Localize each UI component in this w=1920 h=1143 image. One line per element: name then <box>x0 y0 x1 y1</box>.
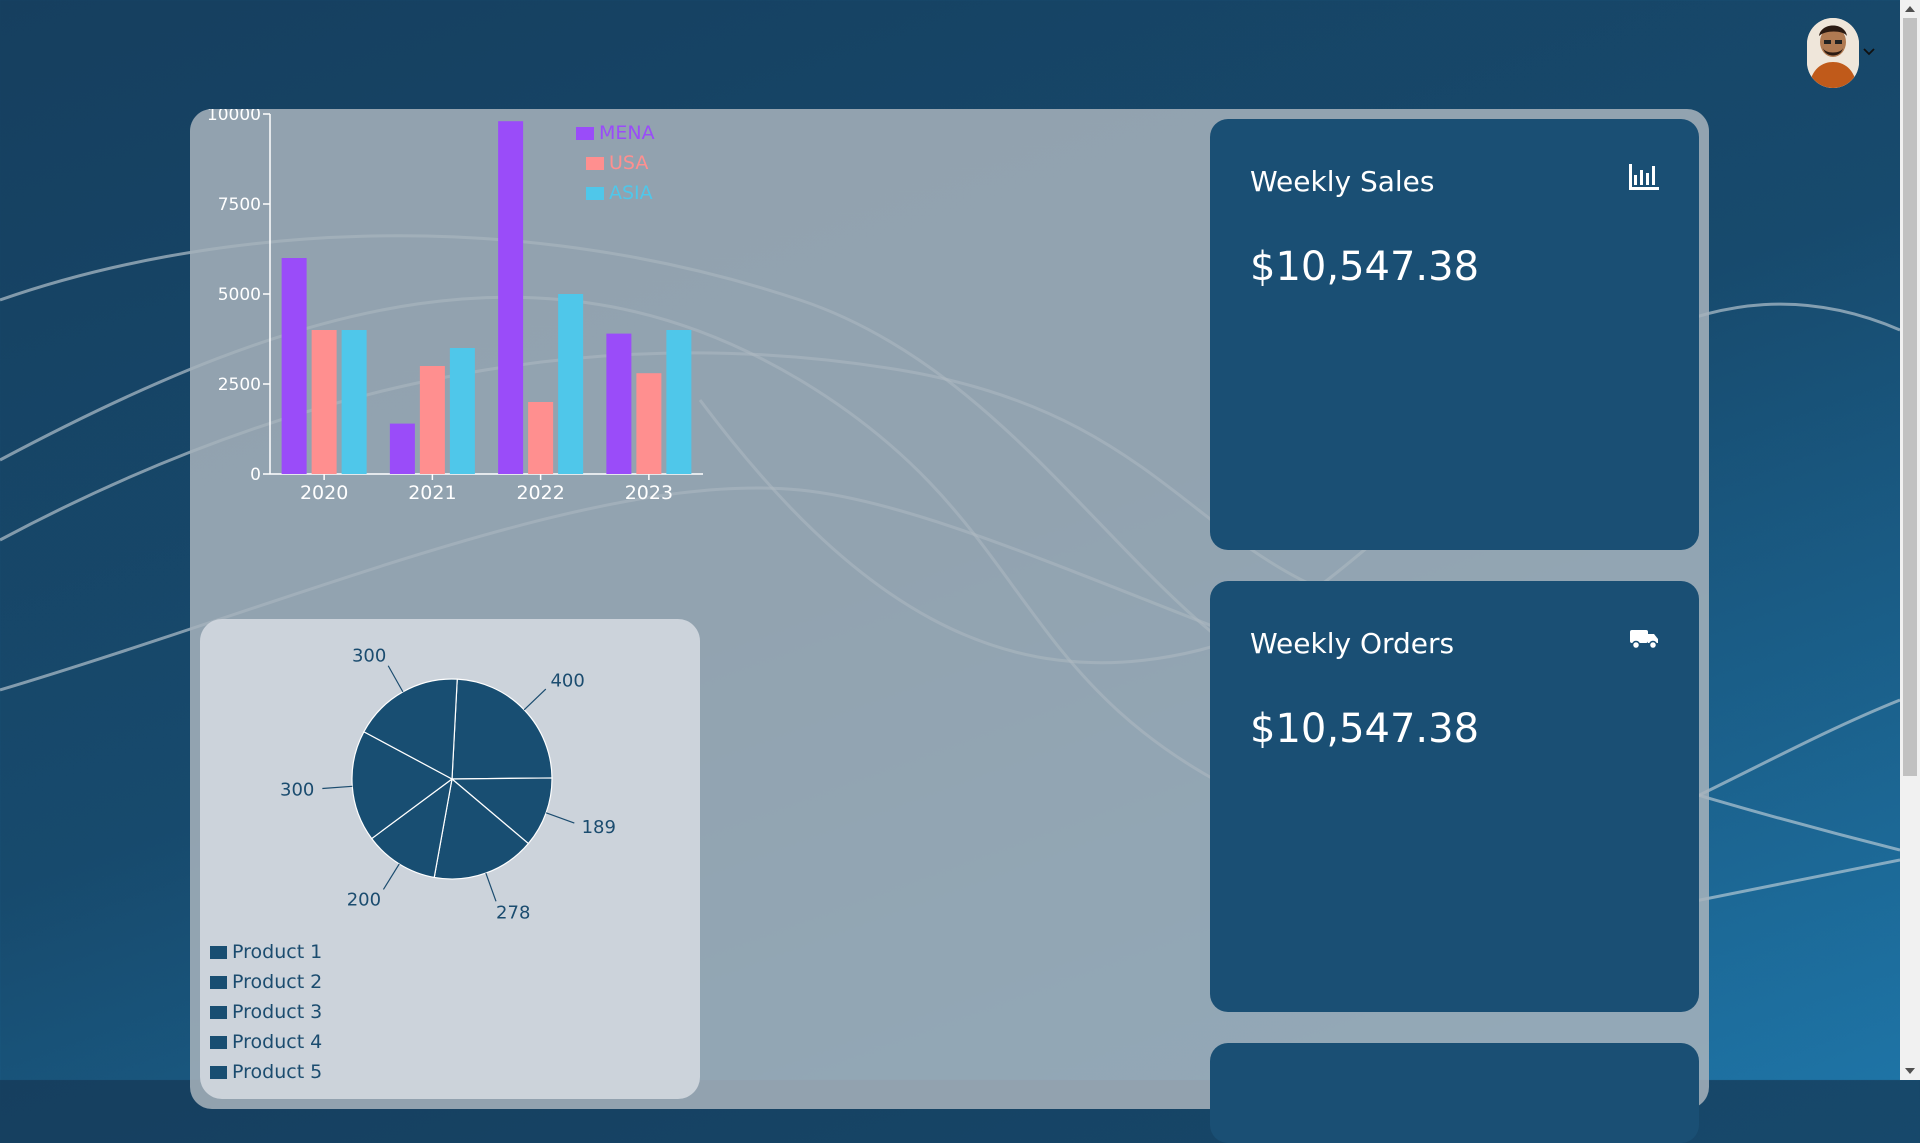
pie-label-leader <box>523 688 547 711</box>
pie-data-label: 200 <box>347 890 381 911</box>
bar-mena-2023 <box>606 333 632 474</box>
legend-label-asia: ASIA <box>609 182 653 204</box>
bar-usa-2022 <box>528 402 554 474</box>
card-title: Weekly Sales <box>1250 165 1435 198</box>
pie-label-leader <box>545 812 575 824</box>
pie-legend-label: Product 1 <box>232 941 323 963</box>
bar-asia-2023 <box>666 330 692 474</box>
x-tick-label: 2022 <box>516 482 564 504</box>
pie-data-label: 189 <box>582 817 616 838</box>
legend-swatch <box>210 1005 227 1019</box>
product-pie-chart: 400 189 278 200 300 300 <box>280 645 616 919</box>
legend-swatch <box>210 1065 227 1079</box>
y-tick-label: 5000 <box>218 285 261 305</box>
bar-asia-2020 <box>341 330 367 474</box>
pie-legend-label: Product 4 <box>232 1031 323 1053</box>
legend-label-usa: USA <box>609 152 648 174</box>
user-avatar[interactable] <box>1807 18 1859 88</box>
card-value: $10,547.38 <box>1250 244 1480 290</box>
scroll-down-icon[interactable] <box>1905 1068 1915 1074</box>
legend-swatch <box>210 1035 227 1049</box>
pie-legend-label: Product 2 <box>232 971 323 993</box>
bar-usa-2023 <box>636 373 662 474</box>
pie-data-label: 278 <box>496 903 530 919</box>
legend-swatch <box>586 157 604 170</box>
weekly-sales-card[interactable]: Weekly Sales $10,547.38 <box>1210 119 1699 550</box>
pie-legend-item[interactable]: Product 1 <box>210 937 322 967</box>
bar-chart-icon <box>1629 164 1659 190</box>
pie-legend-item[interactable]: Product 4 <box>210 1027 322 1057</box>
x-tick-label: 2020 <box>300 482 348 504</box>
third-stat-card[interactable] <box>1210 1043 1699 1143</box>
card-title: Weekly Orders <box>1250 627 1455 660</box>
pie-legend-item[interactable]: Product 3 <box>210 997 322 1027</box>
product-pie-card: 400 189 278 200 300 300 Product 1 Product 2 P… <box>200 619 700 1099</box>
pie-label-leader <box>387 665 404 693</box>
user-avatar-icon <box>1807 18 1859 88</box>
card-value: $10,547.38 <box>1250 706 1480 752</box>
bar-mena-2022 <box>498 121 524 474</box>
pie-label-leader <box>322 785 353 790</box>
pie-legend: Product 1 Product 2 Product 3 Product 4 … <box>210 937 322 1087</box>
pie-legend-item[interactable]: Product 5 <box>210 1057 322 1087</box>
y-tick-label: 10000 <box>207 109 261 125</box>
pie-slice-1 <box>451 678 553 780</box>
truck-icon <box>1630 630 1658 650</box>
x-tick-label: 2021 <box>408 482 456 504</box>
weekly-orders-card[interactable]: Weekly Orders $10,547.38 <box>1210 581 1699 1012</box>
bar-mena-2020 <box>281 258 307 474</box>
y-tick-label: 0 <box>250 465 261 485</box>
legend-label-mena: MENA <box>599 122 655 144</box>
legend-swatch <box>586 187 604 200</box>
legend-swatch <box>576 127 594 140</box>
pie-data-label: 300 <box>280 779 314 800</box>
x-tick-label: 2023 <box>625 482 673 504</box>
legend-swatch <box>210 945 227 959</box>
pie-data-label: 300 <box>352 645 386 666</box>
y-tick-label: 2500 <box>218 375 261 395</box>
pie-legend-item[interactable]: Product 2 <box>210 967 322 997</box>
y-tick-label: 7500 <box>218 195 261 215</box>
scrollbar-thumb[interactable] <box>1903 18 1917 776</box>
legend-swatch <box>210 975 227 989</box>
pie-legend-label: Product 3 <box>232 1001 323 1023</box>
pie-label-leader <box>382 863 400 890</box>
pie-label-leader <box>485 872 497 902</box>
bar-usa-2020 <box>311 330 337 474</box>
bar-usa-2021 <box>419 366 445 474</box>
chevron-down-icon[interactable] <box>1862 46 1876 58</box>
regional-sales-bar-chart: 0 2500 5000 7500 10000 2020 2021 2022 2023 MENA US… <box>207 109 703 504</box>
bar-mena-2021 <box>389 423 415 474</box>
page-scrollbar[interactable] <box>1900 0 1920 1080</box>
pie-data-label: 400 <box>550 671 584 692</box>
bar-asia-2022 <box>558 294 584 474</box>
bar-asia-2021 <box>449 348 475 474</box>
scroll-up-icon[interactable] <box>1905 6 1915 12</box>
